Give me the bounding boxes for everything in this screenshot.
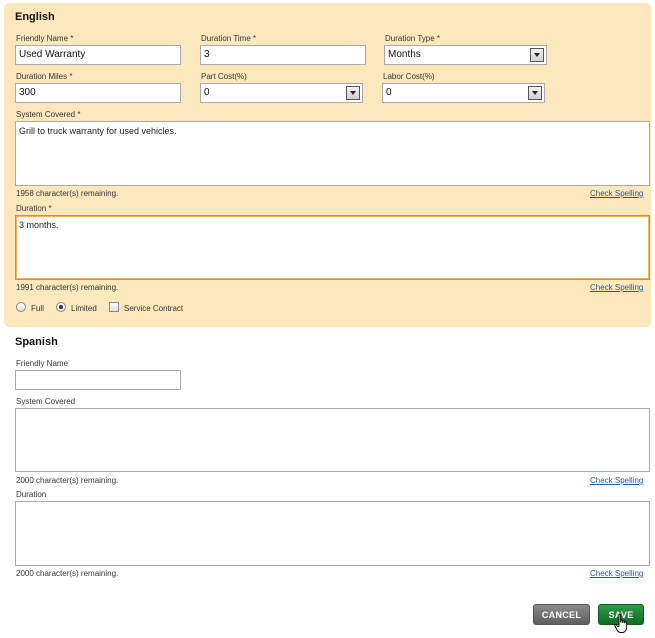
part-cost-select[interactable]: 0	[200, 83, 363, 103]
coverage-limited-label: Limited	[71, 304, 97, 313]
duration-miles-input[interactable]: 300	[15, 83, 181, 103]
coverage-full-radio[interactable]	[16, 302, 26, 312]
labor-cost-value: 0	[386, 87, 392, 98]
duration-type-select[interactable]: Months	[384, 45, 547, 65]
service-contract-label: Service Contract	[124, 304, 184, 313]
spanish-system-covered-textarea[interactable]	[15, 408, 650, 472]
cancel-button[interactable]: CANCEL	[533, 604, 590, 625]
spanish-friendly-name-input[interactable]	[15, 370, 181, 390]
chevron-down-icon[interactable]	[528, 86, 542, 100]
check-spelling-link[interactable]: Check Spelling	[590, 189, 643, 198]
spanish-system-covered-label: System Covered	[16, 397, 76, 406]
duration-time-label: Duration Time *	[201, 34, 257, 43]
friendly-name-input[interactable]: Used Warranty	[15, 45, 181, 65]
duration-time-input[interactable]: 3	[200, 45, 366, 65]
check-spelling-link[interactable]: Check Spelling	[590, 476, 643, 485]
chevron-down-icon[interactable]	[346, 86, 360, 100]
duration-type-label: Duration Type *	[385, 34, 440, 43]
spanish-duration-label: Duration	[16, 490, 47, 499]
duration-miles-label: Duration Miles *	[16, 72, 73, 81]
friendly-name-label: Friendly Name *	[16, 34, 74, 43]
check-spelling-link[interactable]: Check Spelling	[590, 283, 643, 292]
english-section-title: English	[15, 11, 55, 23]
system-covered-textarea[interactable]: Grill to truck warranty for used vehicle…	[15, 121, 650, 186]
part-cost-label: Part Cost(%)	[201, 72, 247, 81]
spanish-duration-textarea[interactable]	[15, 501, 650, 566]
system-covered-label: System Covered *	[16, 110, 81, 119]
duration-textarea[interactable]: 3 months.	[15, 215, 650, 280]
part-cost-value: 0	[204, 87, 210, 98]
duration-remaining: 1991 character(s) remaining.	[16, 283, 119, 292]
chevron-down-icon[interactable]	[530, 48, 544, 62]
duration-type-value: Months	[388, 49, 421, 60]
duration-label: Duration *	[16, 204, 52, 213]
hand-cursor-icon	[614, 614, 628, 633]
coverage-full-label: Full	[31, 304, 44, 313]
spanish-system-covered-remaining: 2000 character(s) remaining.	[16, 476, 119, 485]
system-covered-remaining: 1958 character(s) remaining.	[16, 189, 119, 198]
spanish-friendly-name-label: Friendly Name	[16, 359, 69, 368]
coverage-limited-radio[interactable]	[56, 302, 66, 312]
spanish-duration-remaining: 2000 character(s) remaining.	[16, 569, 119, 578]
service-contract-checkbox[interactable]	[109, 302, 119, 312]
spanish-section-title: Spanish	[15, 336, 58, 348]
labor-cost-select[interactable]: 0	[382, 83, 545, 103]
labor-cost-label: Labor Cost(%)	[383, 72, 435, 81]
check-spelling-link[interactable]: Check Spelling	[590, 569, 643, 578]
